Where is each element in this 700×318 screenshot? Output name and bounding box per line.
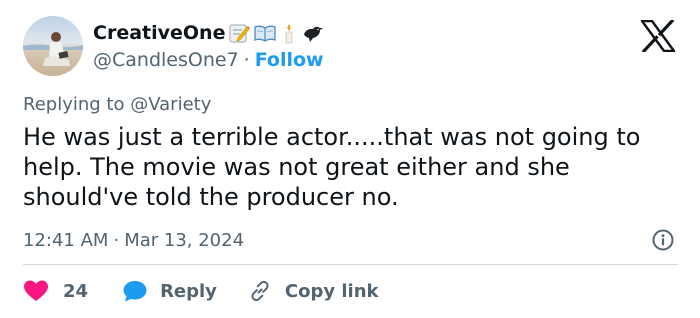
open-book-icon (254, 25, 277, 42)
like-count: 24 (63, 280, 89, 302)
reply-bubble-icon (123, 281, 147, 302)
tweet-time[interactable]: 12:41 AM (23, 230, 108, 251)
like-button[interactable]: 24 (23, 279, 88, 303)
info-icon[interactable] (651, 228, 675, 252)
heart-icon (24, 280, 48, 301)
action-bar: 24 Reply Copy link (23, 277, 379, 305)
tweet-date[interactable]: Mar 13, 2024 (124, 230, 244, 251)
x-logo-icon[interactable] (640, 18, 676, 54)
handle[interactable]: @CandlesOne7 (93, 49, 239, 71)
display-name[interactable]: CreativeOne (93, 22, 225, 44)
display-name-row: CreativeOne (93, 20, 325, 46)
handle-row: @CandlesOne7 · Follow (93, 48, 324, 72)
copy-link-button[interactable]: Copy link (247, 278, 379, 304)
replying-to: Replying to @Variety (23, 94, 211, 115)
name-emojis (228, 22, 325, 44)
separator-dot: · (243, 49, 250, 71)
reply-button[interactable]: Reply (122, 279, 217, 303)
black-bird-icon (304, 26, 324, 42)
reply-label: Reply (160, 280, 217, 302)
replying-prefix: Replying to (23, 94, 125, 115)
reply-mention-link[interactable]: @Variety (130, 94, 211, 115)
memo-icon (229, 24, 251, 43)
timestamp-row[interactable]: 12:41 AM · Mar 13, 2024 (23, 228, 244, 252)
copy-link-label: Copy link (284, 280, 379, 302)
link-icon (251, 280, 269, 302)
timestamp-separator: · (113, 229, 120, 251)
avatar[interactable] (23, 16, 83, 76)
follow-button[interactable]: Follow (255, 49, 324, 71)
candle-icon (286, 24, 293, 44)
tweet-card: CreativeOne @CandlesOne7 · Follow Replyi… (0, 0, 700, 318)
divider (23, 264, 678, 265)
tweet-text: He was just a terrible actor.....that wa… (23, 123, 641, 211)
